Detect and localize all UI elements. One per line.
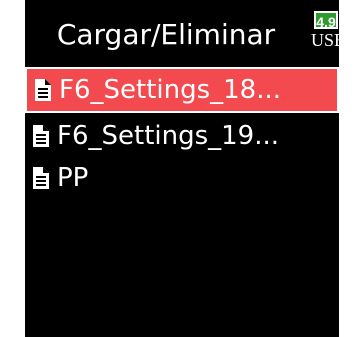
file-list: F6_Settings_18... F6_Settings_19... PP — [25, 67, 339, 199]
document-icon — [31, 166, 51, 190]
file-item-label: F6_Settings_18... — [59, 75, 282, 105]
file-item-pp[interactable]: PP — [25, 157, 339, 199]
page-title: Cargar/Eliminar — [56, 18, 276, 51]
document-icon — [31, 124, 51, 148]
file-item-settings-19[interactable]: F6_Settings_19... — [25, 115, 339, 157]
document-icon — [33, 78, 53, 102]
file-item-label: F6_Settings_19... — [57, 121, 280, 151]
file-item-settings-18[interactable]: F6_Settings_18... — [25, 67, 339, 113]
battery-indicator: 4.9 — [314, 11, 338, 30]
usb-indicator: USB — [311, 30, 339, 50]
file-item-label: PP — [57, 163, 89, 193]
header-bar: Cargar/Eliminar 4.9 USB — [25, 0, 339, 64]
device-screen: Cargar/Eliminar 4.9 USB F6_Settings_18..… — [25, 0, 339, 337]
